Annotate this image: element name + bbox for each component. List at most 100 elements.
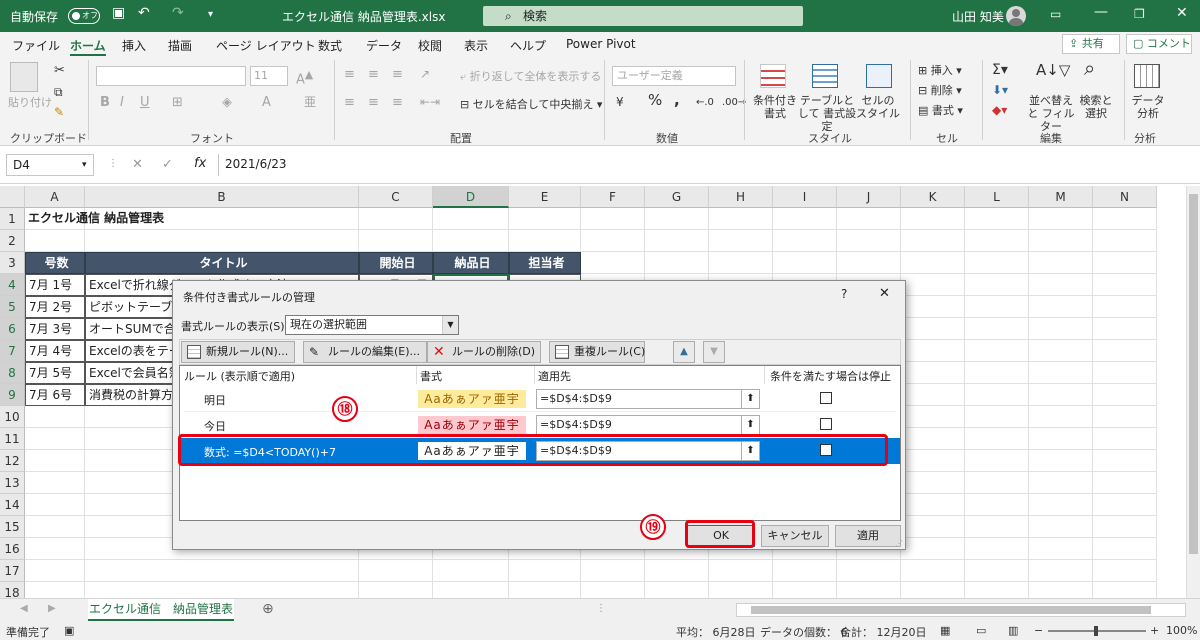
format-cells-button[interactable]: ▤ 書式 ▾ (918, 104, 963, 117)
cell[interactable] (85, 230, 359, 252)
formula-input[interactable]: 2021/6/23 (218, 154, 1196, 176)
cell[interactable] (85, 560, 359, 582)
cell[interactable] (359, 582, 433, 598)
cell[interactable] (965, 252, 1029, 274)
cell[interactable] (837, 560, 901, 582)
cell[interactable] (965, 450, 1029, 472)
table-header-cell[interactable]: 担当者 (509, 252, 581, 274)
cut-icon[interactable]: ✂ (54, 64, 65, 77)
customize-qat-icon[interactable]: ▾ (208, 9, 213, 20)
font-color-icon[interactable]: A (262, 96, 271, 109)
cell[interactable] (965, 428, 1029, 450)
next-sheet-icon[interactable]: ▶ (48, 603, 56, 614)
cell[interactable] (581, 560, 645, 582)
find-icon[interactable]: ⌕ (1084, 58, 1095, 78)
cell[interactable] (965, 208, 1029, 230)
stop-if-true-checkbox[interactable] (820, 392, 832, 404)
new-rule-button[interactable]: 新規ルール(N)... (181, 341, 296, 363)
cell[interactable] (1093, 252, 1157, 274)
cell[interactable] (581, 208, 645, 230)
number-format-dropdown[interactable]: ユーザー定義 (612, 66, 736, 86)
data-analysis-label[interactable]: データ 分析 (1130, 94, 1166, 120)
cell[interactable] (965, 318, 1029, 340)
cell[interactable] (1029, 406, 1093, 428)
cell[interactable] (965, 274, 1029, 296)
clear-icon[interactable]: ◆▾ (992, 104, 1007, 117)
cell[interactable] (433, 560, 509, 582)
cell[interactable] (581, 582, 645, 598)
prev-sheet-icon[interactable]: ◀ (20, 603, 28, 614)
cell[interactable] (837, 208, 901, 230)
cell[interactable] (901, 406, 965, 428)
cell[interactable] (901, 318, 965, 340)
cell[interactable] (509, 560, 581, 582)
cell[interactable] (645, 560, 709, 582)
cell[interactable] (901, 296, 965, 318)
cell[interactable] (965, 472, 1029, 494)
cell[interactable] (773, 230, 837, 252)
cell[interactable] (837, 582, 901, 598)
cell[interactable] (25, 230, 85, 252)
cell[interactable] (25, 582, 85, 598)
cell[interactable] (901, 538, 965, 560)
rule-row[interactable]: 明日 Aaあぁアァ亜宇 =$D$4:$D$9 ⬆ (180, 386, 900, 412)
cell[interactable] (1029, 296, 1093, 318)
search-box[interactable]: ⌕ 検索 (483, 6, 803, 26)
cell[interactable] (1029, 230, 1093, 252)
cell[interactable] (1093, 208, 1157, 230)
split-handle-icon[interactable]: ⋮ (596, 603, 606, 614)
zoom-slider-thumb[interactable] (1094, 626, 1098, 636)
cell[interactable] (901, 428, 965, 450)
vertical-scroll-thumb[interactable] (1189, 194, 1198, 554)
cell[interactable] (709, 560, 773, 582)
merge-center-button[interactable]: ⊟ セルを結合して中央揃え ▾ (460, 98, 602, 111)
row-header-11[interactable]: 11 (0, 428, 25, 450)
edit-rule-button[interactable]: ✎ ルールの編集(E)... (303, 341, 428, 363)
cell[interactable] (509, 582, 581, 598)
cell[interactable] (1093, 560, 1157, 582)
find-select-label[interactable]: 検索と 選択 (1076, 94, 1116, 120)
row-header-13[interactable]: 13 (0, 472, 25, 494)
tab-help[interactable]: ヘルプ (510, 37, 546, 54)
cell[interactable] (433, 230, 509, 252)
cell[interactable] (709, 208, 773, 230)
cell[interactable] (901, 362, 965, 384)
issue-cell[interactable]: 7月 3号 (25, 318, 85, 340)
column-header-a[interactable]: A (25, 186, 85, 208)
move-up-button[interactable]: ▲ (673, 341, 695, 363)
name-box-dropdown-icon[interactable]: ▾ (82, 160, 87, 170)
cell[interactable] (645, 252, 709, 274)
cell[interactable] (1029, 274, 1093, 296)
issue-cell[interactable]: 7月 6号 (25, 384, 85, 406)
cell[interactable] (901, 208, 965, 230)
share-button[interactable]: ⇪ 共有 (1062, 34, 1120, 54)
tab-file[interactable]: ファイル (12, 37, 60, 54)
comma-icon[interactable]: , (674, 93, 680, 108)
cell[interactable] (1093, 516, 1157, 538)
cell[interactable] (25, 428, 85, 450)
cell[interactable] (1093, 450, 1157, 472)
sheet-tab[interactable]: エクセル通信 納品管理表 (88, 599, 234, 621)
cell[interactable] (359, 560, 433, 582)
cell[interactable] (509, 208, 581, 230)
font-grow-icon[interactable]: A▲ (296, 68, 313, 86)
cell[interactable] (965, 296, 1029, 318)
collapse-range-icon[interactable]: ⬆ (741, 416, 759, 434)
row-header-18[interactable]: 18 (0, 582, 25, 598)
column-header-l[interactable]: L (965, 186, 1029, 208)
phonetic-icon[interactable]: 亜 (304, 96, 316, 109)
delete-cells-button[interactable]: ⊟ 削除 ▾ (918, 84, 962, 97)
cell[interactable] (581, 230, 645, 252)
cell[interactable] (1029, 252, 1093, 274)
minimize-icon[interactable]: — (1094, 4, 1108, 20)
cell[interactable] (1093, 428, 1157, 450)
wrap-text-button[interactable]: ⤶ 折り返して全体を表示する (460, 70, 601, 83)
cell[interactable] (965, 362, 1029, 384)
cell[interactable] (965, 560, 1029, 582)
cell[interactable] (901, 230, 965, 252)
cell[interactable] (773, 208, 837, 230)
cell[interactable] (1093, 340, 1157, 362)
horizontal-scroll-thumb[interactable] (751, 606, 1151, 614)
issue-cell[interactable]: 7月 4号 (25, 340, 85, 362)
cell[interactable] (1029, 582, 1093, 598)
